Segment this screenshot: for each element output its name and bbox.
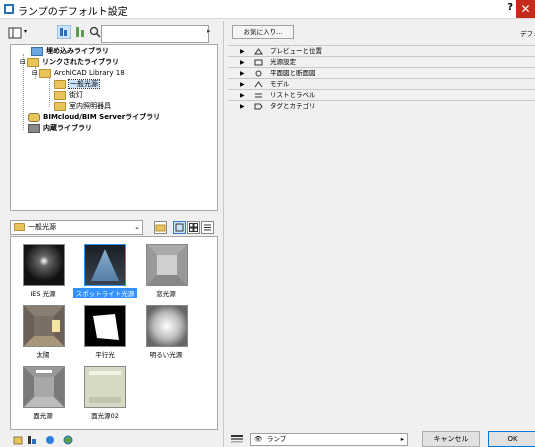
tree-item-general-light[interactable]: 一般光源	[54, 79, 100, 89]
app-icon	[4, 4, 14, 14]
folder-up-icon[interactable]	[154, 221, 167, 234]
tag-icon	[254, 103, 263, 110]
preview-icon	[254, 48, 263, 55]
folder-icon	[54, 90, 66, 100]
tree-guide	[49, 77, 50, 107]
folder-select[interactable]: 一般光源 ⌄	[10, 220, 143, 235]
small-icons-view-icon[interactable]	[187, 221, 200, 234]
layer-icon	[231, 435, 243, 443]
bright-light-thumbnail	[146, 305, 188, 347]
window-title: ランプのデフォルト設定	[18, 7, 128, 18]
spotlight-thumbnail	[84, 244, 126, 286]
floor-plan-icon	[255, 70, 262, 77]
folder-icon	[14, 223, 25, 231]
collapse-icon[interactable]: ⊟	[20, 57, 27, 67]
view-mode-dropdown-icon[interactable]: ▾	[24, 28, 27, 35]
search-input[interactable]	[101, 25, 209, 43]
folder-icon	[27, 57, 39, 67]
object-settings-icon[interactable]	[27, 435, 37, 445]
window-light-thumbnail	[146, 244, 188, 286]
area-light-02-thumbnail	[84, 366, 126, 408]
builtin-library-icon	[28, 123, 40, 133]
folder-icon	[54, 79, 66, 89]
panel-arrow-icon[interactable]: ▸	[207, 27, 211, 35]
defaults-header: デフォ	[520, 30, 535, 38]
expand-icon: ▶	[240, 103, 245, 110]
panel-divider	[223, 21, 224, 447]
object-thumbnail-grid: IES 光源 スポットライト光源 窓光源 太陽 平行光 明るい光源 面光源 面光…	[10, 236, 218, 430]
embedded-library-icon	[31, 46, 43, 56]
search-icon[interactable]	[88, 25, 102, 39]
ok-button[interactable]: OK	[488, 431, 535, 447]
list-icon	[255, 93, 262, 98]
layer-select[interactable]: 👁 ランプ ▸	[250, 433, 408, 446]
list-view-icon[interactable]	[201, 221, 214, 234]
tree-item-interior-lighting[interactable]: 室内照明器具	[54, 101, 111, 111]
folder-icon	[54, 101, 66, 111]
model-icon	[254, 81, 263, 88]
favorites-button[interactable]: お気に入り...	[232, 25, 294, 39]
tree-item-archicad-library[interactable]: ⊟ ArchiCAD Library 18	[32, 68, 125, 78]
sort-icon[interactable]	[73, 25, 87, 39]
close-button[interactable]: ✕	[516, 0, 535, 18]
bimcloud-icon	[28, 112, 40, 122]
collapse-icon[interactable]: ⊟	[32, 68, 39, 78]
folder-icon	[39, 68, 51, 78]
filter-icon[interactable]	[57, 25, 71, 39]
tree-item-street-light[interactable]: 街灯	[54, 90, 83, 100]
library-manager-icon[interactable]	[13, 435, 23, 445]
light-settings-icon	[254, 59, 263, 66]
tree-item-builtin-library[interactable]: 内蔵ライブラリ	[28, 123, 92, 133]
ies-light-thumbnail	[23, 244, 65, 286]
dropdown-arrow-icon: ▸	[400, 435, 404, 443]
area-light-thumbnail	[23, 366, 65, 408]
globe-icon[interactable]	[45, 435, 55, 445]
help-button[interactable]: ?	[507, 2, 513, 13]
large-icons-view-icon[interactable]	[173, 221, 186, 234]
web-object-icon[interactable]	[63, 435, 73, 445]
sun-thumbnail	[23, 305, 65, 347]
library-tree: 埋め込みライブラリ ⊟ リンクされたライブラリ ⊟ ArchiCAD Library…	[10, 44, 218, 211]
parallel-light-thumbnail	[84, 305, 126, 347]
title-bar: ランプのデフォルト設定 ? ✕	[0, 0, 535, 19]
cancel-button[interactable]: キャンセル	[422, 431, 480, 447]
section-tags-categories[interactable]: ▶ タグとカテゴリ	[228, 100, 535, 112]
tree-item-embedded-library[interactable]: 埋め込みライブラリ	[31, 46, 109, 56]
view-mode-icon[interactable]	[8, 26, 22, 40]
tree-item-bimcloud-library[interactable]: BIMcloud/BIM Serverライブラリ	[28, 112, 160, 122]
chevron-down-icon: ⌄	[134, 223, 140, 231]
tree-item-linked-libraries[interactable]: ⊟ リンクされたライブラリ	[20, 57, 119, 67]
eye-icon: 👁	[254, 435, 263, 443]
